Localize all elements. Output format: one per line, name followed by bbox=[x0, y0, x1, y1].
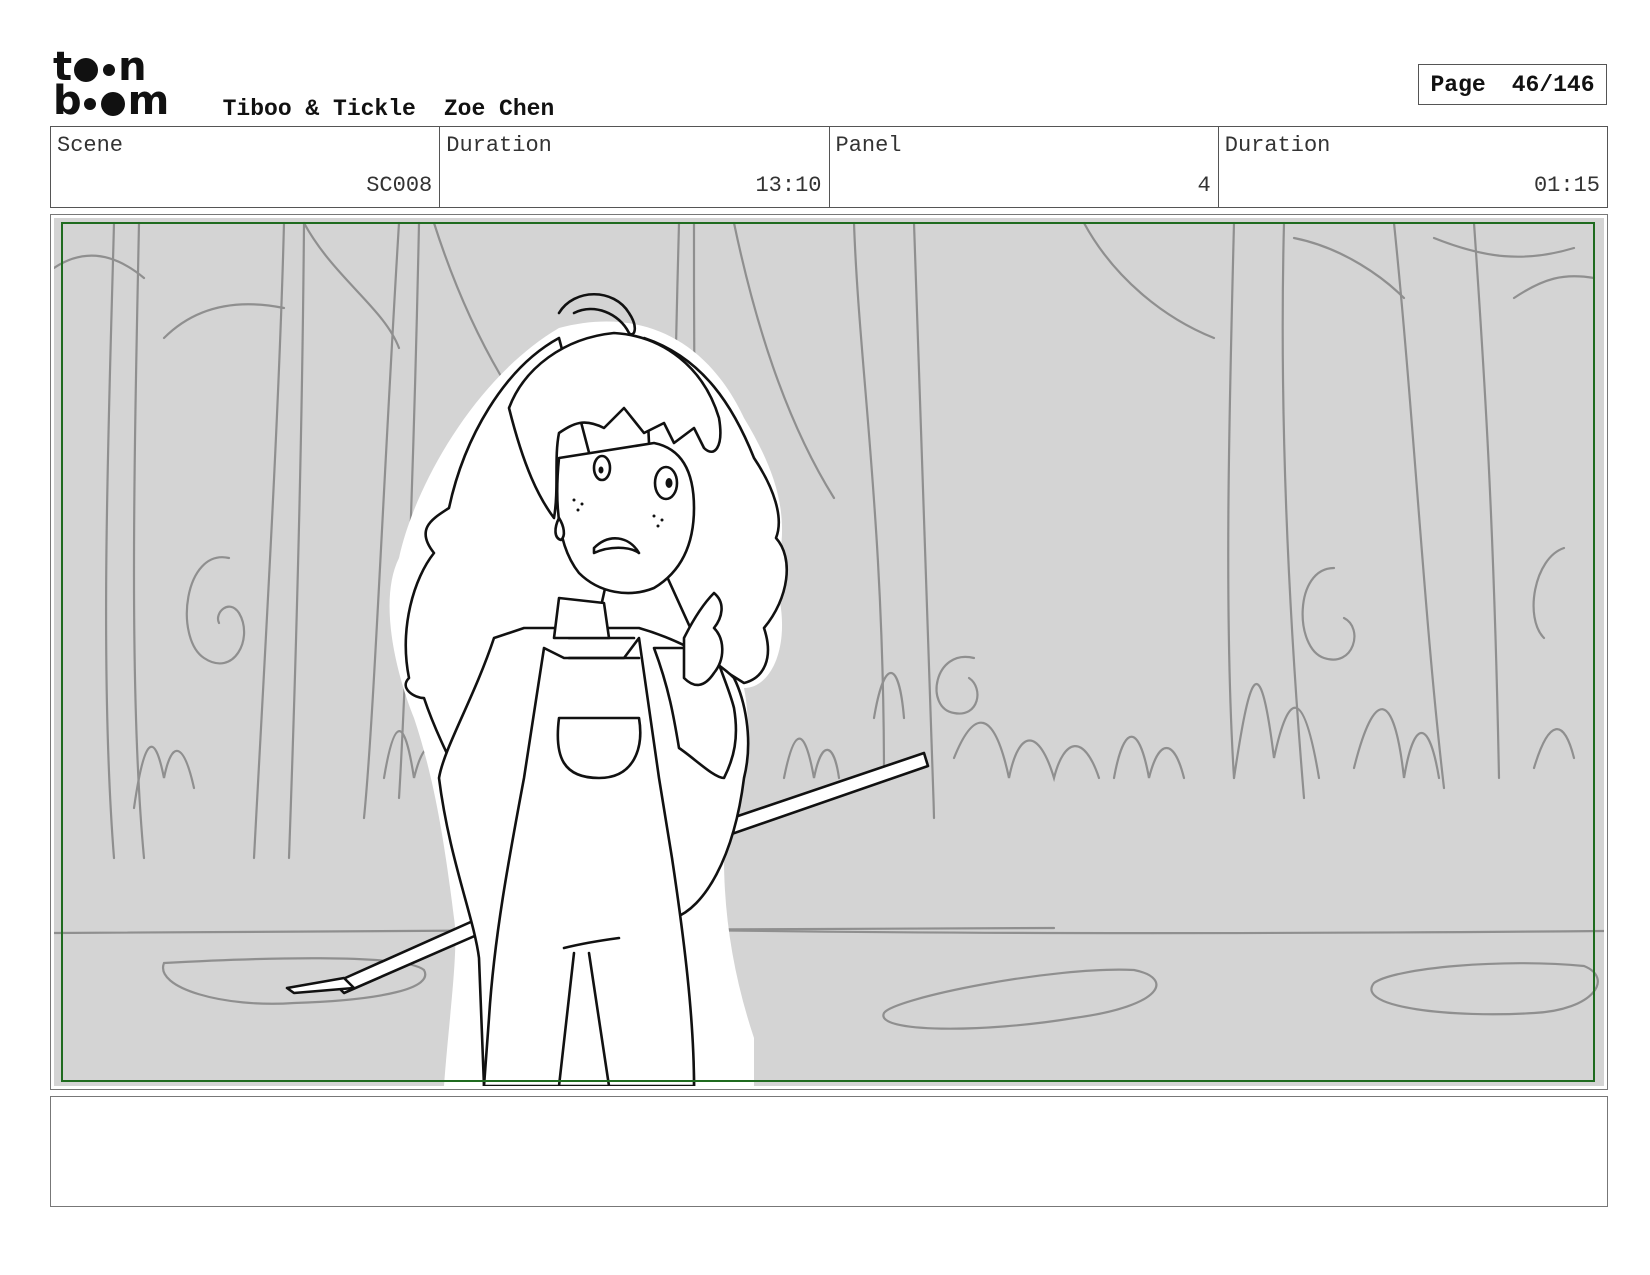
header-title: Tiboo & Tickle Zoe Chen bbox=[195, 70, 582, 122]
neck bbox=[552, 596, 611, 640]
logo-dot-small bbox=[103, 64, 116, 76]
page-value: 46/146 bbox=[1511, 71, 1595, 98]
logo-dot-small bbox=[83, 98, 96, 110]
panel-notes-box[interactable] bbox=[50, 1096, 1608, 1207]
project-title: Tiboo & Tickle bbox=[222, 96, 416, 122]
page-label: Page bbox=[1430, 71, 1486, 98]
panel-cell: Panel 4 bbox=[830, 127, 1219, 207]
panel-value: 4 bbox=[1197, 173, 1211, 198]
author-name: Zoe Chen bbox=[443, 96, 555, 122]
panel-duration-value: 01:15 bbox=[1533, 173, 1600, 198]
panel-duration-cell: Duration 01:15 bbox=[1219, 127, 1607, 207]
logo-dot-large bbox=[100, 92, 125, 116]
storyboard-panel bbox=[50, 214, 1608, 1090]
scene-duration-label: Duration bbox=[446, 133, 552, 158]
panel-duration-label: Duration bbox=[1224, 133, 1331, 158]
page-indicator: Page 46/146 bbox=[1418, 64, 1607, 105]
panel-illustration bbox=[54, 218, 1604, 1086]
scene-duration-cell: Duration 13:10 bbox=[440, 127, 830, 207]
scene-duration-value: 13:10 bbox=[755, 173, 822, 198]
panel-background bbox=[54, 218, 1604, 1086]
toon-boom-logo: t n b m bbox=[53, 47, 171, 124]
face bbox=[555, 441, 696, 595]
left-pupil bbox=[598, 466, 604, 474]
logo-letter-b: b bbox=[53, 78, 82, 124]
logo-line-bottom: b m bbox=[53, 78, 171, 124]
scene-value: SC008 bbox=[366, 173, 433, 198]
scene-label: Scene bbox=[57, 133, 124, 158]
right-pupil bbox=[665, 478, 673, 488]
scene-cell: Scene SC008 bbox=[51, 127, 441, 207]
info-table: Scene SC008 Duration 13:10 Panel 4 Durat… bbox=[50, 126, 1608, 208]
overalls-pocket bbox=[556, 716, 642, 780]
panel-label: Panel bbox=[835, 133, 902, 158]
logo-letter-m: m bbox=[127, 78, 170, 124]
